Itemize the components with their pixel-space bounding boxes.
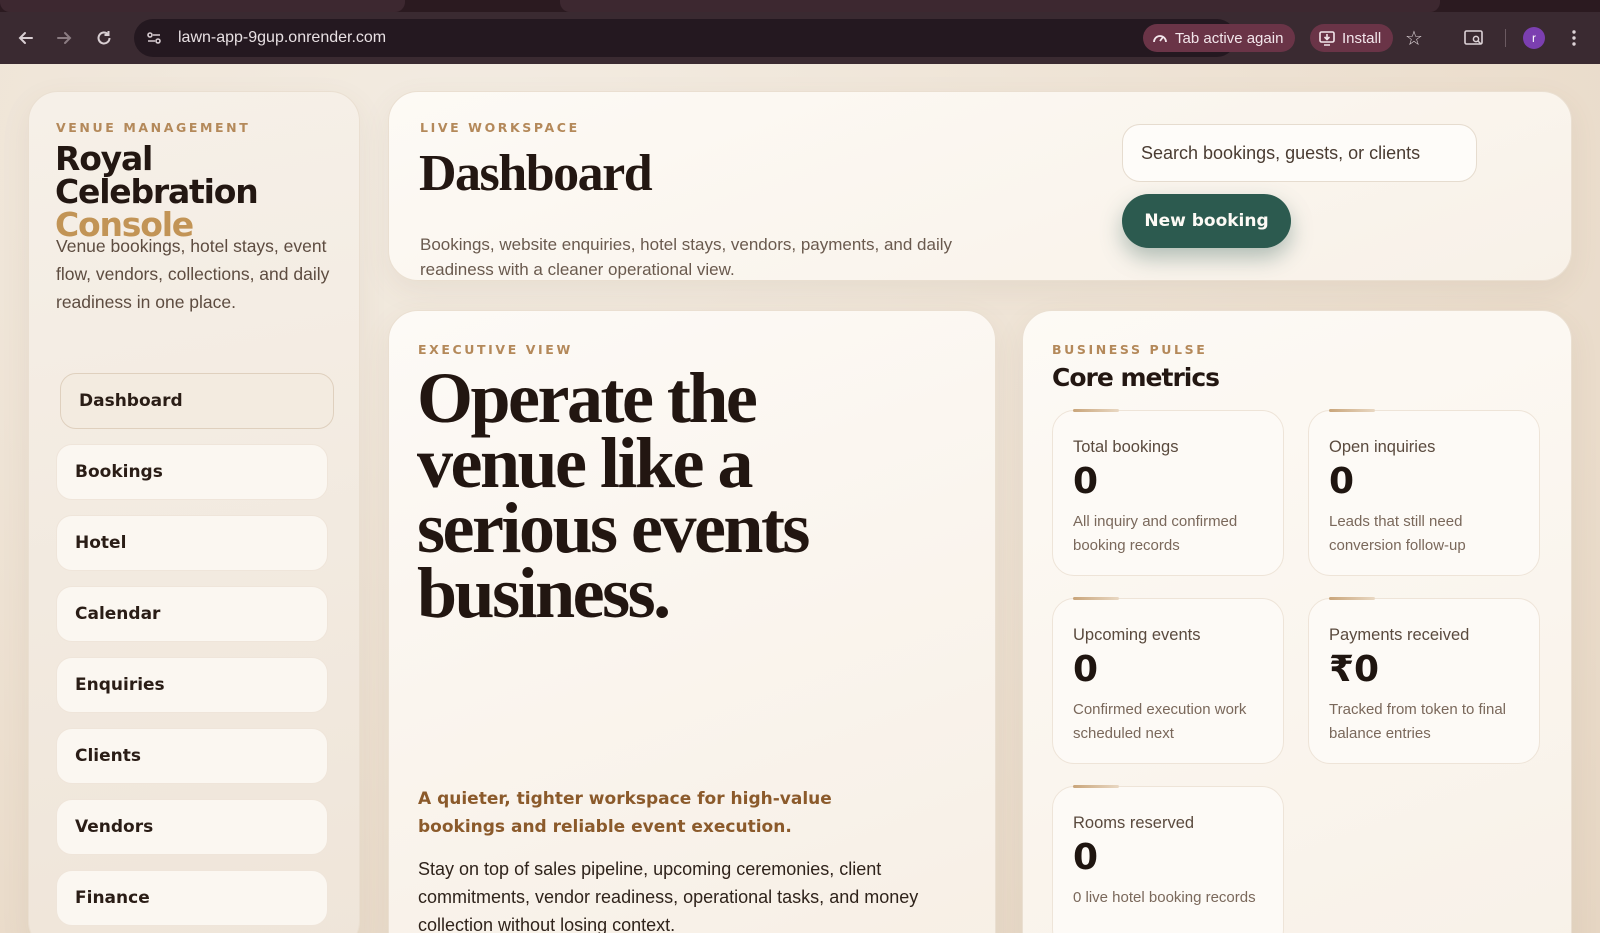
sidebar-item-label: Bookings [75,462,163,482]
metric-label: Total bookings [1073,438,1179,456]
metric-value: ₹0 [1329,649,1380,690]
core-metrics-card: BUSINESS PULSE Core metrics Total bookin… [1022,310,1572,933]
metric-value: 0 [1073,461,1099,502]
header-eyebrow: LIVE WORKSPACE [420,120,580,135]
metric-rooms-reserved: Rooms reserved 0 0 live hotel booking re… [1052,785,1284,933]
toolbar-divider [1505,29,1506,47]
metric-description: Confirmed execution work scheduled next [1073,701,1247,742]
search-input[interactable] [1122,124,1477,182]
install-icon [1319,31,1335,46]
metric-label: Open inquiries [1329,438,1436,456]
sidebar-item-finance[interactable]: Finance [56,870,328,926]
sidebar-eyebrow: VENUE MANAGEMENT [56,120,251,135]
url-text: lawn-app-9gup.onrender.com [178,29,387,46]
metric-value: 0 [1073,837,1099,878]
forward-icon[interactable] [44,18,84,58]
site-info-icon[interactable] [144,28,164,48]
brand-title-line1: Royal Celebration [55,139,259,211]
executive-tagline: A quieter, tighter workspace for high-va… [418,789,832,837]
more-menu-icon[interactable] [1560,24,1588,52]
new-booking-button[interactable]: New booking [1122,194,1291,248]
sidebar-item-dashboard[interactable]: Dashboard [60,373,334,429]
metric-accent-bar [1073,409,1119,412]
metrics-eyebrow: BUSINESS PULSE [1052,342,1208,357]
browser-toolbar: lawn-app-9gup.onrender.com Tab active ag… [0,12,1600,64]
metric-value: 0 [1329,461,1355,502]
sidebar-item-enquiries[interactable]: Enquiries [56,657,328,713]
speedometer-icon [1153,35,1167,43]
executive-eyebrow: EXECUTIVE VIEW [418,342,573,357]
browser-tab[interactable] [0,0,405,12]
metric-accent-bar [1073,597,1119,600]
sidebar-item-label: Clients [75,746,142,766]
sidebar-item-label: Dashboard [79,391,183,411]
page-title: Dashboard [419,145,653,202]
sidebar-item-clients[interactable]: Clients [56,728,328,784]
install-chip[interactable]: Install [1310,24,1394,52]
sidebar-item-label: Vendors [75,817,154,837]
executive-view-card: EXECUTIVE VIEW Operate the venue like a … [388,310,996,933]
sidebar-item-label: Enquiries [75,675,165,695]
sidebar-item-calendar[interactable]: Calendar [56,586,328,642]
metric-description: 0 live hotel booking records [1073,889,1256,906]
metric-open-inquiries: Open inquiries 0 Leads that still need c… [1308,409,1540,576]
page-subtitle: Bookings, website enquiries, hotel stays… [420,235,953,279]
tab-active-chip[interactable]: Tab active again [1143,24,1296,52]
sidebar-item-label: Finance [75,888,150,908]
tab-search-icon[interactable] [1460,24,1488,52]
executive-body: Stay on top of sales pipeline, upcoming … [418,859,919,933]
metric-accent-bar [1073,785,1119,788]
metrics-title: Core metrics [1052,363,1220,392]
metric-description: Leads that still need conversion follow-… [1329,513,1466,554]
address-bar[interactable]: lawn-app-9gup.onrender.com [134,19,1236,57]
install-label: Install [1342,29,1382,47]
brand-description: Venue bookings, hotel stays, event flow,… [56,236,330,312]
brand-title: Royal Celebration Console [55,142,355,241]
dashboard-header: LIVE WORKSPACE Dashboard Bookings, websi… [388,91,1572,281]
sidebar-item-hotel[interactable]: Hotel [56,515,328,571]
bookmark-star-icon[interactable]: ☆ [1400,24,1428,52]
tab-active-label: Tab active again [1175,29,1284,47]
sidebar-item-bookings[interactable]: Bookings [56,444,328,500]
back-icon[interactable] [6,18,46,58]
executive-headline: Operate the venue like a serious events … [417,358,810,633]
metric-label: Upcoming events [1073,626,1201,644]
sidebar-item-label: Calendar [75,604,161,624]
browser-tab[interactable] [560,0,1440,12]
metric-description: Tracked from token to final balance entr… [1329,701,1507,742]
metric-label: Rooms reserved [1073,814,1195,832]
browser-tab-strip [0,0,1600,12]
metric-value: 0 [1073,649,1099,690]
metric-label: Payments received [1329,626,1470,644]
metric-upcoming-events: Upcoming events 0 Confirmed execution wo… [1052,597,1284,764]
metric-description: All inquiry and confirmed booking record… [1073,513,1238,554]
app-root: VENUE MANAGEMENT Royal Celebration Conso… [0,64,1600,933]
reload-icon[interactable] [84,18,124,58]
sidebar-item-vendors[interactable]: Vendors [56,799,328,855]
profile-avatar[interactable]: r [1523,27,1545,49]
sidebar: VENUE MANAGEMENT Royal Celebration Conso… [28,91,360,933]
metric-accent-bar [1329,409,1375,412]
metric-payments-received: Payments received ₹0 Tracked from token … [1308,597,1540,764]
metric-total-bookings: Total bookings 0 All inquiry and confirm… [1052,409,1284,576]
sidebar-item-label: Hotel [75,533,127,553]
metric-accent-bar [1329,597,1375,600]
